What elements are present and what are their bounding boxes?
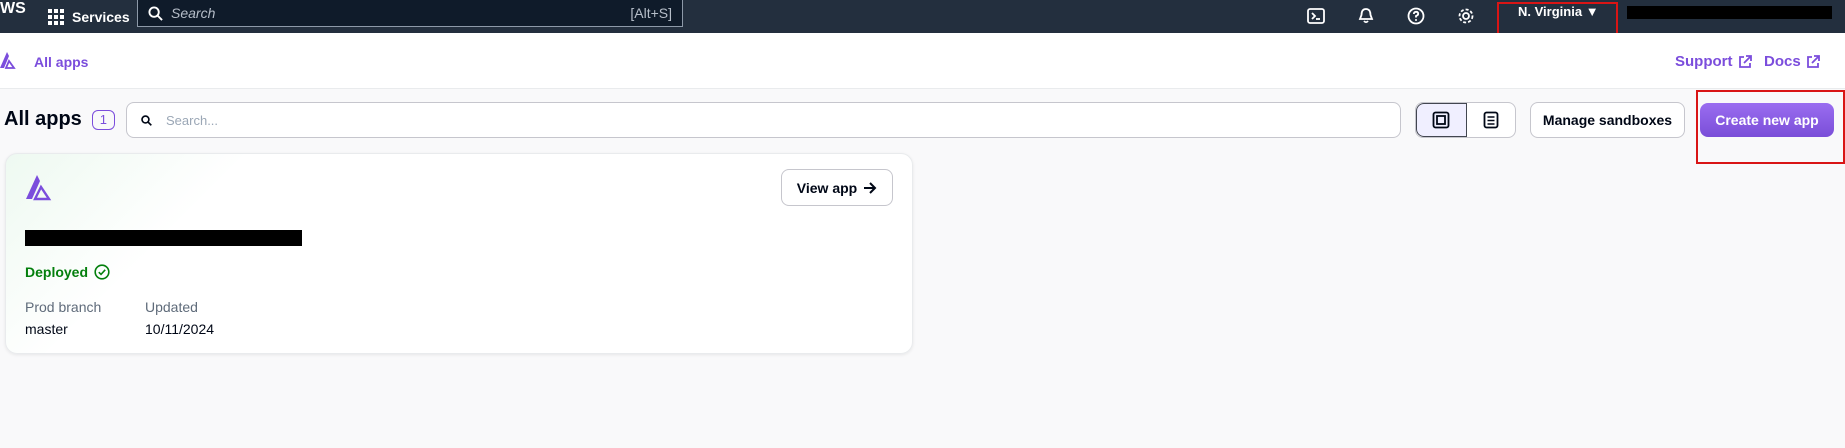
app-search-placeholder: Search... <box>166 112 219 128</box>
list-view-icon <box>1483 111 1499 129</box>
grid-icon <box>48 9 64 25</box>
card-view-icon <box>1432 111 1450 129</box>
search-placeholder: Search <box>171 5 216 21</box>
check-circle-icon <box>94 264 110 280</box>
view-toggle <box>1415 102 1516 138</box>
search-shortcut: [Alt+S] <box>630 5 672 21</box>
view-app-label: View app <box>796 179 858 196</box>
arrow-right-icon <box>864 181 877 194</box>
global-search-input[interactable]: Search [Alt+S] <box>137 0 683 27</box>
app-header <box>0 33 1845 89</box>
aws-logo[interactable]: WS <box>0 0 26 18</box>
services-label: Services <box>72 9 130 25</box>
cloudshell-icon[interactable] <box>1304 4 1328 28</box>
app-card: View app Deployed Prod branch master Upd… <box>5 153 913 354</box>
docs-link[interactable]: Docs <box>1764 53 1820 70</box>
docs-label: Docs <box>1764 53 1801 70</box>
breadcrumb-all-apps[interactable]: All apps <box>34 54 88 70</box>
updated-field: Updated 10/11/2024 <box>145 299 214 337</box>
help-icon[interactable] <box>1404 4 1428 28</box>
bell-icon[interactable] <box>1354 4 1378 28</box>
updated-value: 10/11/2024 <box>145 321 215 337</box>
card-view-button[interactable] <box>1416 103 1467 137</box>
redacted-account-name[interactable] <box>1627 6 1832 19</box>
app-count-badge: 1 <box>91 109 116 130</box>
amplify-logo-icon <box>26 175 52 201</box>
deploy-status-label: Deployed <box>25 264 89 280</box>
create-app-highlight-box <box>1696 90 1845 164</box>
view-app-button[interactable]: View app <box>781 169 893 206</box>
support-link[interactable]: Support <box>1675 53 1752 70</box>
prod-branch-field: Prod branch master <box>25 299 101 337</box>
external-link-icon <box>1806 54 1820 68</box>
prod-branch-label: Prod branch <box>25 299 102 315</box>
manage-sandboxes-button[interactable]: Manage sandboxes <box>1530 102 1685 138</box>
updated-label: Updated <box>145 299 198 315</box>
prod-branch-value: master <box>25 321 68 337</box>
support-label: Support <box>1675 53 1733 70</box>
search-icon <box>141 114 152 126</box>
services-menu-button[interactable]: Services <box>48 3 130 31</box>
amplify-logo-icon[interactable] <box>0 50 18 70</box>
search-icon <box>148 5 163 21</box>
app-search-input[interactable]: Search... <box>126 102 1401 138</box>
deploy-status: Deployed <box>25 264 110 280</box>
table-view-button[interactable] <box>1467 103 1516 137</box>
gear-icon[interactable] <box>1454 4 1478 28</box>
top-navigation: WS Services Search [Alt+S] N. Virginia ▼ <box>0 0 1845 43</box>
redacted-app-name <box>25 230 302 246</box>
external-link-icon <box>1738 54 1752 68</box>
page-title: All apps 1 <box>4 108 116 131</box>
page-title-text: All apps <box>4 108 82 130</box>
